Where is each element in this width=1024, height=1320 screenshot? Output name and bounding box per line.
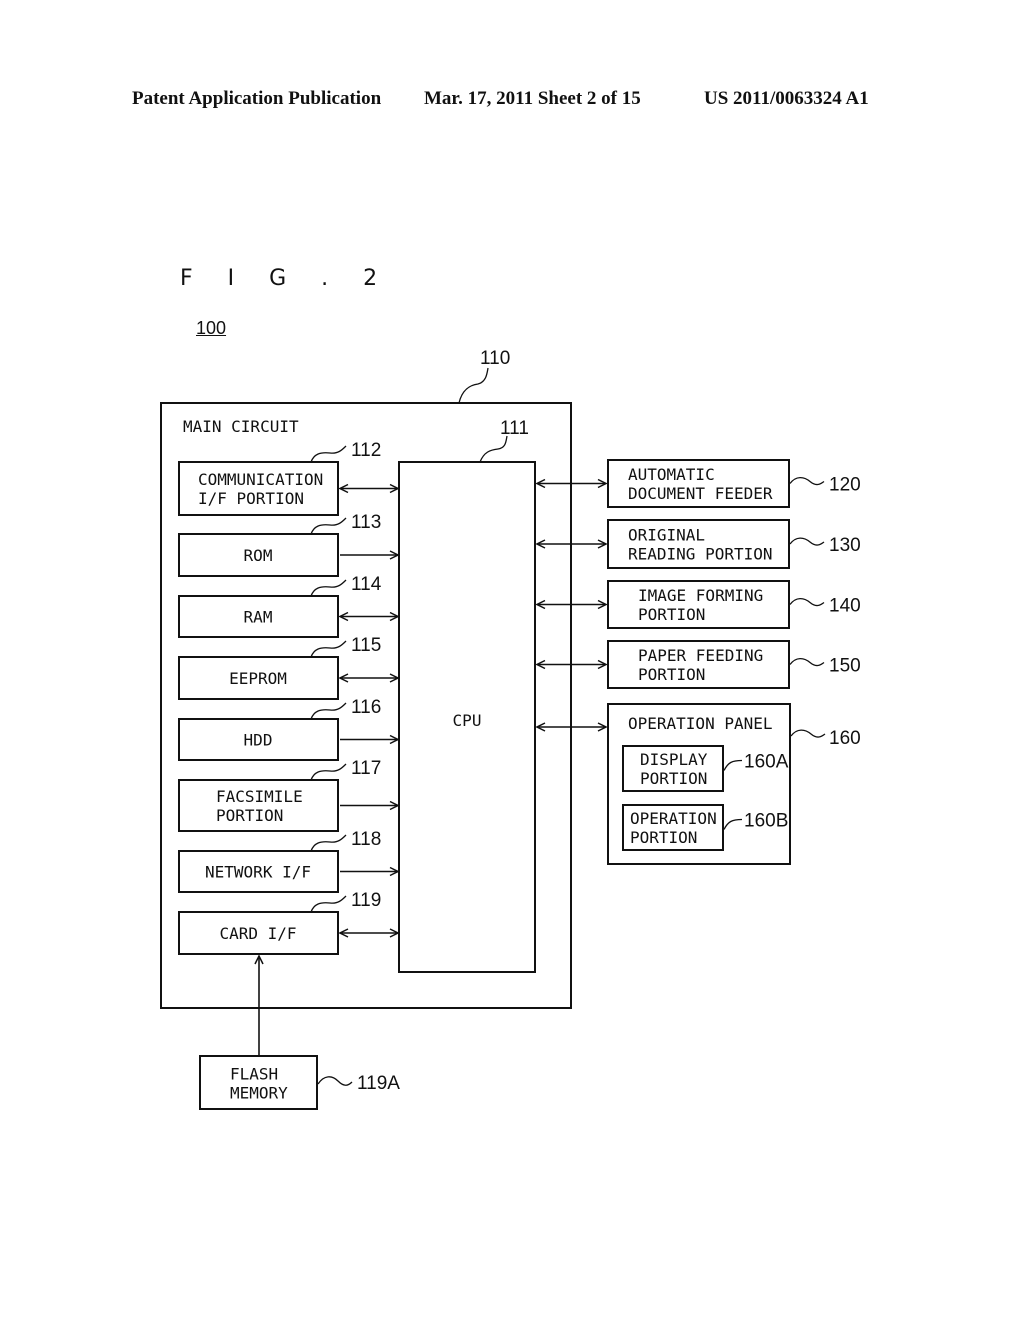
display-portion-line: DISPLAY xyxy=(640,750,708,769)
card-i-f-ref: 119 xyxy=(351,890,381,911)
paper-feeding-portion-line: PAPER FEEDING xyxy=(638,646,763,665)
communication-i-f-portion-ref: 112 xyxy=(351,440,381,461)
cpu-block: CPU 111 xyxy=(398,418,536,973)
operation-panel-label: OPERATION PANEL xyxy=(628,714,773,733)
facsimile-portion-line: FACSIMILE xyxy=(216,787,303,806)
operation-panel-ref: 160 xyxy=(829,728,861,749)
paper-feeding-portion-ref: 150 xyxy=(829,656,861,677)
cpu-ref: 111 xyxy=(500,418,529,439)
operation-panel-block: OPERATION PANEL160DISPLAYPORTION160AOPER… xyxy=(537,703,861,865)
image-forming-portion-block: IMAGE FORMINGPORTION 140 xyxy=(537,580,861,629)
original-reading-portion-ref: 130 xyxy=(829,535,861,556)
eeprom-line: EEPROM xyxy=(229,669,287,688)
operation-portion-ref: 160B xyxy=(744,811,788,832)
communication-i-f-portion-line: I/F PORTION xyxy=(198,489,304,508)
network-i-f-ref: 118 xyxy=(351,829,381,850)
original-reading-portion-block: ORIGINALREADING PORTION 130 xyxy=(537,519,861,569)
original-reading-portion-line: READING PORTION xyxy=(628,545,773,564)
automatic-document-feeder-leader xyxy=(789,476,825,486)
original-reading-portion-line: ORIGINAL xyxy=(628,526,705,545)
automatic-document-feeder-block: AUTOMATICDOCUMENT FEEDER 120 xyxy=(537,459,861,508)
image-forming-portion-ref: 140 xyxy=(829,596,861,617)
operation-portion-line: PORTION xyxy=(630,828,697,847)
card-i-f-line: CARD I/F xyxy=(219,924,296,943)
main-circuit-label: MAIN CIRCUIT xyxy=(183,417,299,436)
block-diagram: MAIN CIRCUIT 110 CPU 111 COMMUNICATIONI/… xyxy=(160,348,861,1110)
paper-feeding-portion-line: PORTION xyxy=(638,665,705,684)
hdd-line: HDD xyxy=(244,731,273,750)
image-forming-portion-leader xyxy=(789,597,825,607)
main-circuit-ref: 110 xyxy=(480,348,510,369)
automatic-document-feeder-line: AUTOMATIC xyxy=(628,465,715,484)
rom-line: ROM xyxy=(244,546,273,565)
rom-ref: 113 xyxy=(351,512,381,533)
automatic-document-feeder-line: DOCUMENT FEEDER xyxy=(628,484,773,503)
hdd-ref: 116 xyxy=(351,697,381,718)
flash-memory-leader xyxy=(317,1076,353,1086)
cpu-label: CPU xyxy=(453,711,482,730)
flash-memory-line: MEMORY xyxy=(230,1084,288,1103)
main-circuit-leader xyxy=(458,367,489,404)
automatic-document-feeder-ref: 120 xyxy=(829,475,861,496)
image-forming-portion-line: IMAGE FORMING xyxy=(638,586,763,605)
operation-panel-leader xyxy=(790,729,826,738)
facsimile-portion-ref: 117 xyxy=(351,758,381,779)
display-portion-ref: 160A xyxy=(744,752,789,773)
image-forming-portion-line: PORTION xyxy=(638,605,705,624)
paper-feeding-portion-leader xyxy=(789,657,825,667)
ram-ref: 114 xyxy=(351,574,382,595)
original-reading-portion-leader xyxy=(789,537,825,546)
facsimile-portion-line: PORTION xyxy=(216,806,283,825)
paper-feeding-portion-block: PAPER FEEDINGPORTION 150 xyxy=(537,640,861,689)
eeprom-ref: 115 xyxy=(351,635,381,656)
display-portion-line: PORTION xyxy=(640,769,707,788)
flash-memory-line: FLASH xyxy=(230,1065,278,1084)
network-i-f-line: NETWORK I/F xyxy=(205,863,311,882)
operation-portion-line: OPERATION xyxy=(630,809,717,828)
ram-line: RAM xyxy=(244,608,273,627)
flash-memory-ref: 119A xyxy=(357,1073,400,1094)
communication-i-f-portion-line: COMMUNICATION xyxy=(198,470,323,489)
